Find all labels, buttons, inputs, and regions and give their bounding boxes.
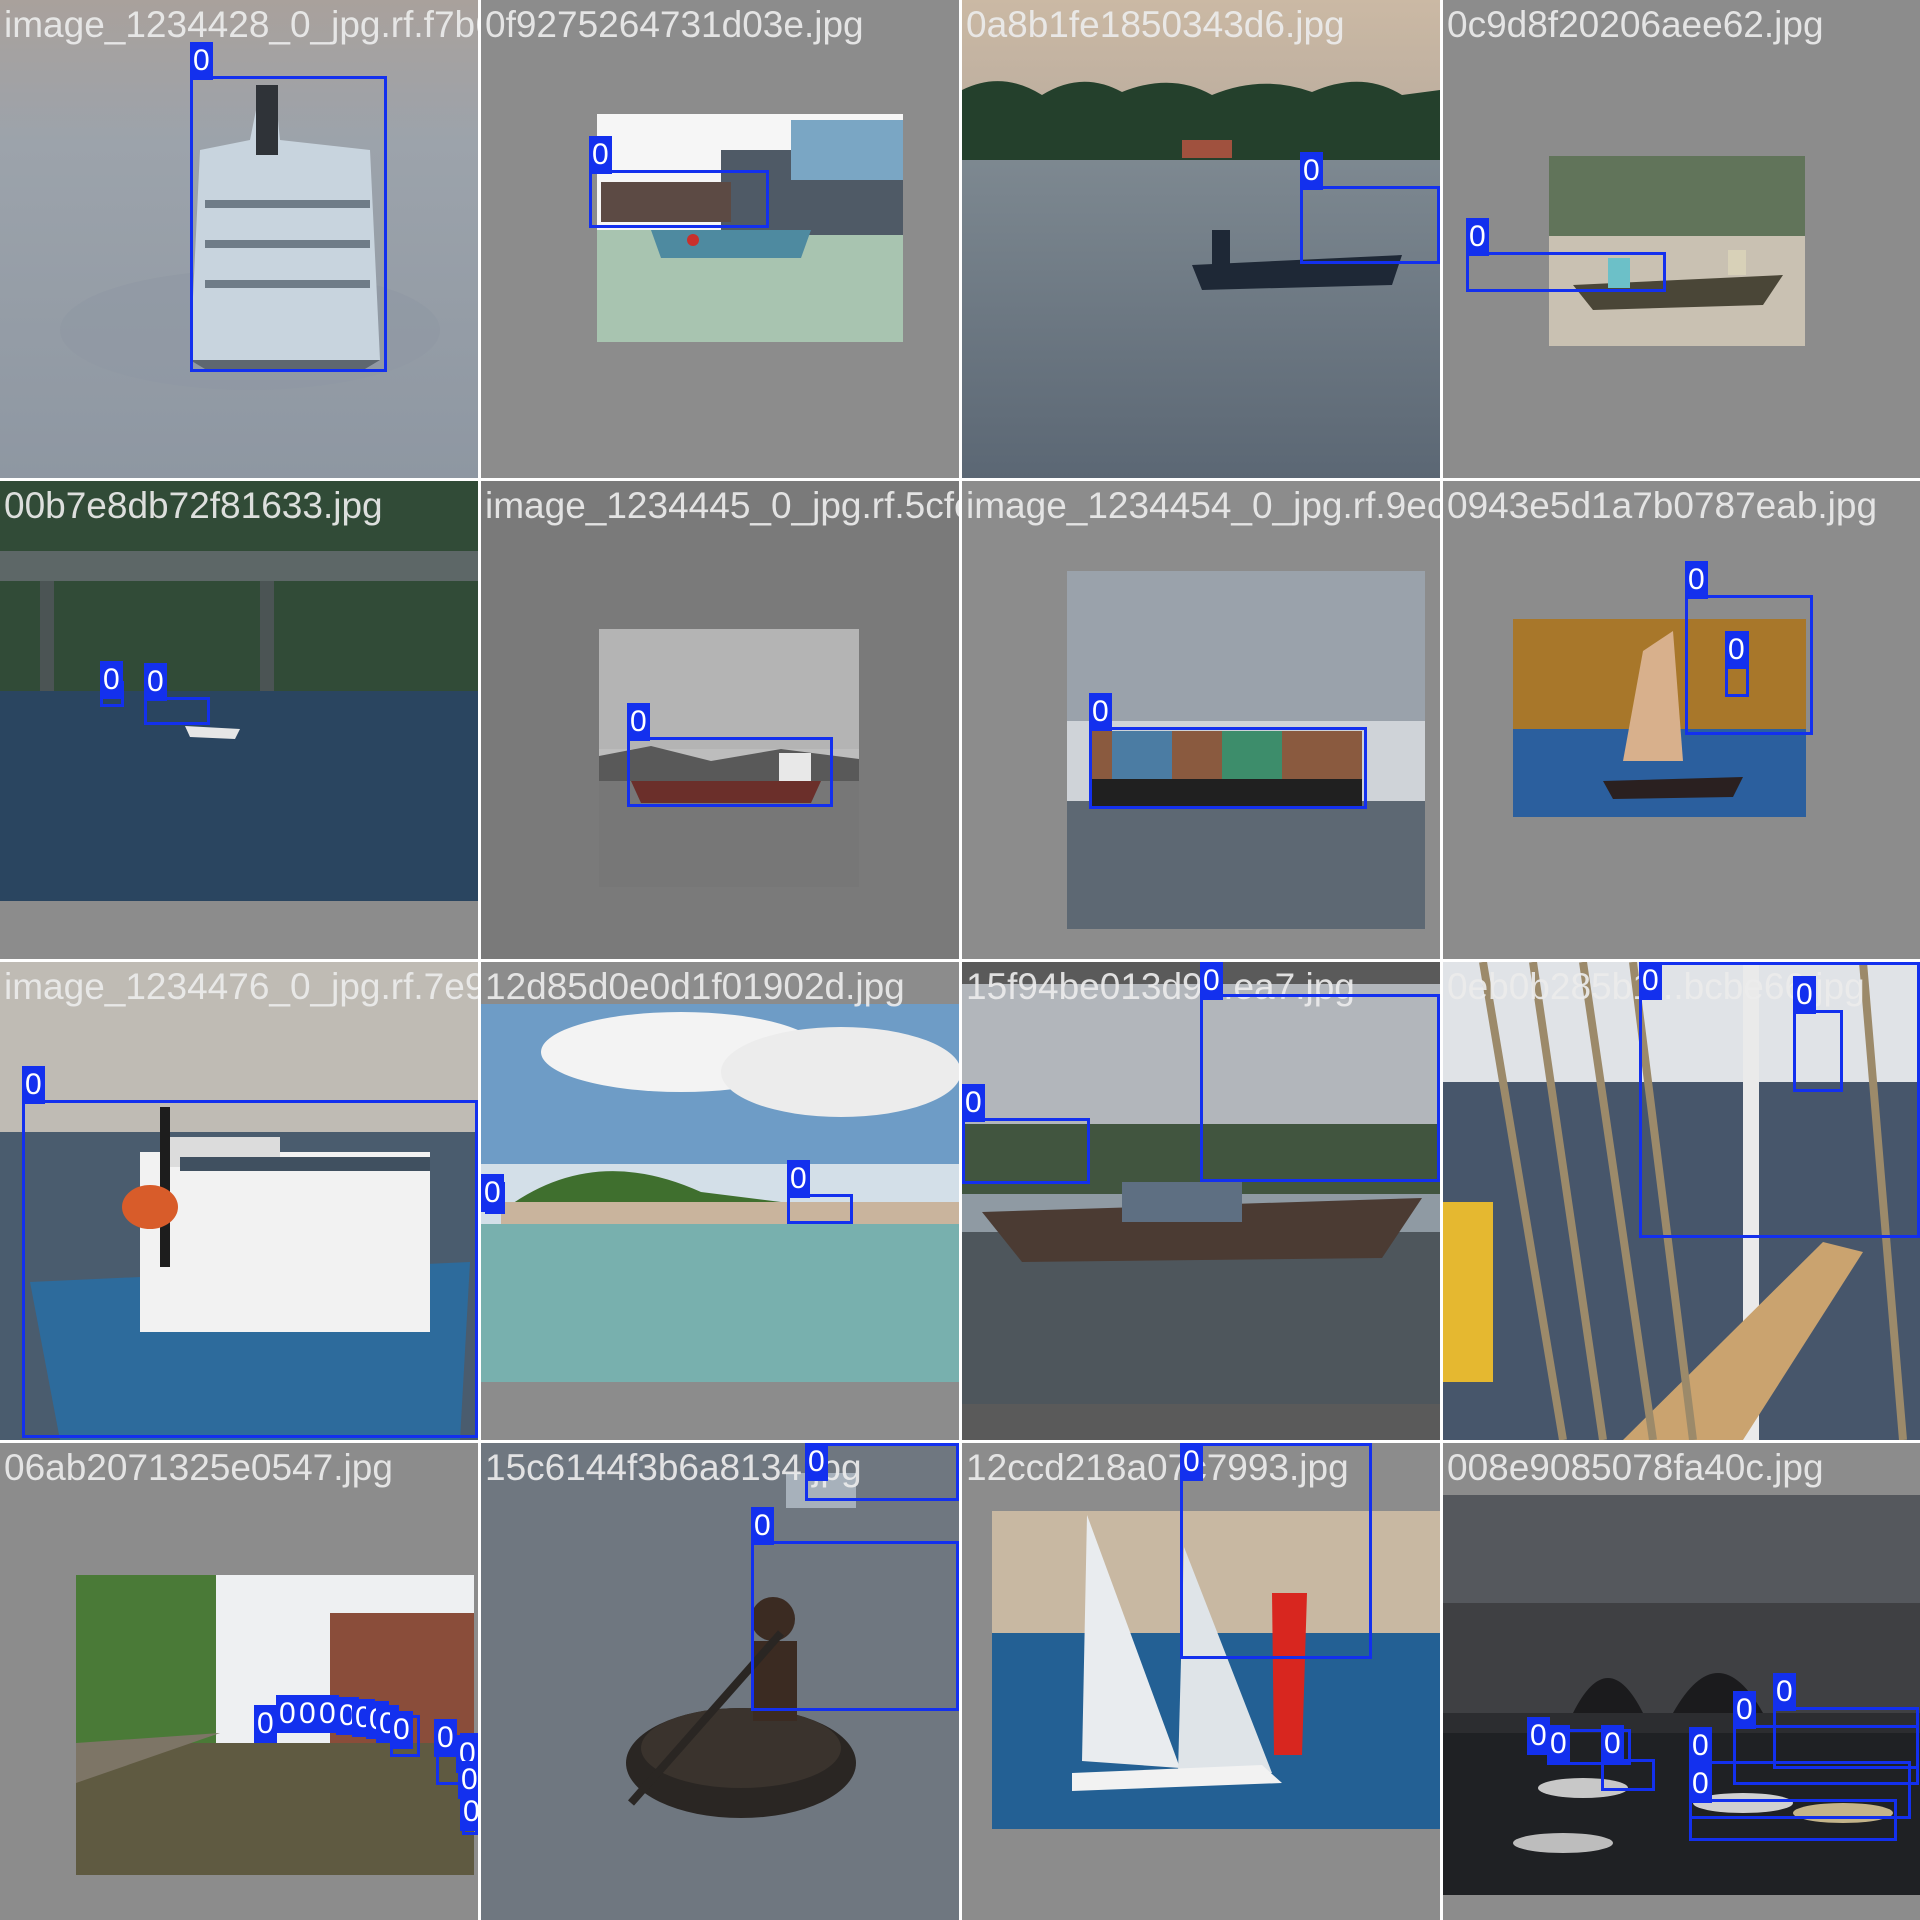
class-label: 0 bbox=[22, 1066, 45, 1104]
tile-image bbox=[0, 481, 478, 959]
class-label: 0 bbox=[1793, 976, 1816, 1014]
class-label: 0 bbox=[190, 42, 213, 80]
tile: 12d85d0e0d1f01902d.jpg 0 0 bbox=[481, 962, 959, 1440]
detection-box bbox=[787, 1194, 853, 1224]
tile: 0a8b1fe1850343d6.jpg 0 bbox=[962, 0, 1440, 478]
class-label: 0 bbox=[751, 1507, 774, 1545]
class-label: 0 bbox=[787, 1160, 810, 1198]
tile-image bbox=[481, 481, 959, 959]
tile: 15c6144f3b6a8134.jpg 0 0 bbox=[481, 1443, 959, 1920]
detection-box bbox=[1200, 994, 1440, 1182]
class-label: 0 bbox=[100, 661, 123, 699]
detection-box bbox=[1685, 595, 1813, 735]
tile-image bbox=[962, 481, 1440, 959]
class-label: 0 bbox=[144, 663, 167, 701]
tile-image bbox=[481, 962, 959, 1440]
class-label: 0 bbox=[962, 1084, 985, 1122]
tile: image_1234454_0_jpg.rf.9ec8a91c1701d19.j… bbox=[962, 481, 1440, 959]
class-label: 0 bbox=[1601, 1725, 1624, 1763]
detection-box bbox=[1601, 1759, 1655, 1791]
class-label: 0 bbox=[1689, 1765, 1712, 1803]
class-label: 0 bbox=[254, 1705, 277, 1743]
class-label: 0 bbox=[805, 1443, 828, 1481]
detection-box bbox=[962, 1118, 1090, 1184]
class-label: 0 bbox=[1089, 693, 1112, 731]
tile: image_1234428_0_jpg.rf.f7b6f3f2a6e7dd1d1… bbox=[0, 0, 478, 478]
image-mosaic: image_1234428_0_jpg.rf.f7b6f3f2a6e7dd1d1… bbox=[0, 0, 1920, 1920]
tile: 0c9d8f20206aee62.jpg 0 bbox=[1443, 0, 1920, 478]
tile: 0f9275264731d03e.jpg 0 bbox=[481, 0, 959, 478]
tile: 00b7e8db72f81633.jpg 0 0 bbox=[0, 481, 478, 959]
tile: 0eb0b285b1...bcbe66.jpg 0 0 bbox=[1443, 962, 1920, 1440]
detection-box bbox=[190, 76, 387, 372]
class-label: 0 bbox=[1733, 1691, 1756, 1729]
tile: 12ccd218a07c7993.jpg 0 bbox=[962, 1443, 1440, 1920]
detection-box bbox=[144, 697, 210, 725]
class-label: 0 bbox=[481, 1174, 504, 1212]
class-label: 0 bbox=[1773, 1673, 1796, 1711]
detection-box bbox=[22, 1100, 478, 1438]
detection-box bbox=[627, 737, 833, 807]
class-label: 0 bbox=[1725, 631, 1748, 669]
tile: 008e9085078fa40c.jpg 0 0 0 0 0 0 0 bbox=[1443, 1443, 1920, 1920]
class-label: 0 bbox=[589, 136, 612, 174]
detection-box bbox=[1793, 1010, 1843, 1092]
class-label: 0 bbox=[1200, 962, 1223, 1000]
tile-image bbox=[1443, 1443, 1920, 1920]
tile-image bbox=[1443, 481, 1920, 959]
detection-box bbox=[1466, 252, 1666, 292]
detection-box bbox=[1089, 727, 1367, 809]
tile-image bbox=[1443, 0, 1920, 478]
tile-image bbox=[0, 1443, 478, 1920]
class-label: 0 bbox=[1180, 1443, 1203, 1481]
class-label: 0 bbox=[1547, 1725, 1570, 1763]
detection-box bbox=[1639, 962, 1920, 1238]
detection-box bbox=[1180, 1443, 1372, 1659]
detection-box bbox=[1689, 1799, 1897, 1841]
detection-box bbox=[1773, 1707, 1919, 1769]
class-label: 0 bbox=[1689, 1727, 1712, 1765]
tile: 15f94be013d9...ea7.jpg 0 0 bbox=[962, 962, 1440, 1440]
detection-box bbox=[751, 1541, 959, 1711]
detection-box bbox=[589, 170, 769, 228]
tile: image_1234445_0_jpg.rf.5cfe8fc329505400.… bbox=[481, 481, 959, 959]
tile: image_1234476_0_jpg.rf.7e9e72e5cc621f57b… bbox=[0, 962, 478, 1440]
class-label: 0 bbox=[390, 1711, 413, 1749]
detection-box bbox=[805, 1443, 959, 1501]
class-label: 0 bbox=[1639, 962, 1662, 1000]
class-label: 0 bbox=[1466, 218, 1489, 256]
tile: 06ab2071325e0547.jpg 0 0 0 0 0 0 0 0 0 0… bbox=[0, 1443, 478, 1920]
class-label: 0 bbox=[460, 1793, 478, 1831]
tile-image bbox=[481, 0, 959, 478]
class-label: 0 bbox=[627, 703, 650, 741]
class-label: 0 bbox=[1685, 561, 1708, 599]
detection-box bbox=[1300, 186, 1440, 264]
class-label: 0 bbox=[434, 1719, 457, 1757]
tile: 0943e5d1a7b0787eab.jpg 0 0 bbox=[1443, 481, 1920, 959]
class-label: 0 bbox=[1300, 152, 1323, 190]
